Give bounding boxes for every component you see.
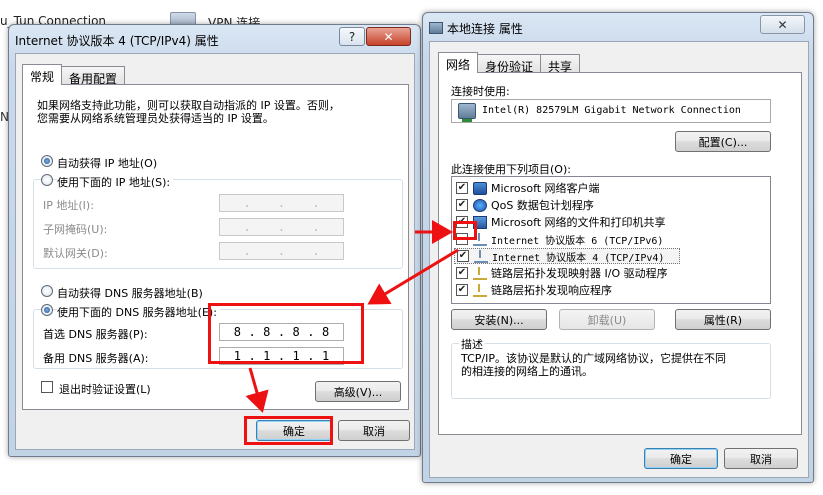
manual-ip-label[interactable]: 使用下面的 IP 地址(S): <box>57 174 174 190</box>
description-text: TCP/IP。该协议是默认的广域网络协议，它提供在不同 的相连接的网络上的通讯。 <box>461 352 726 378</box>
description-group-label: 描述 <box>459 336 485 352</box>
close-icon: ✕ <box>777 17 788 32</box>
item-checkbox[interactable]: ✔ <box>456 182 468 194</box>
manual-ip-radio[interactable] <box>41 174 53 186</box>
install-button[interactable]: 安装(N)... <box>451 309 547 330</box>
close-button[interactable]: ✕ <box>760 15 805 34</box>
item-checkbox[interactable]: ✔ <box>457 250 469 262</box>
subnet-mask-field[interactable]: ... <box>219 218 344 236</box>
components-list[interactable]: ✔ Microsoft 网络客户端 ✔ QoS 数据包计划程序 ✔ Micros… <box>451 176 771 304</box>
advanced-button[interactable]: 高级(V)... <box>315 381 401 402</box>
manual-dns-radio[interactable] <box>41 304 53 316</box>
item-checkbox[interactable]: ✔ <box>456 267 468 279</box>
configure-button[interactable]: 配置(C)... <box>675 131 771 152</box>
cancel-button[interactable]: 取消 <box>724 448 798 469</box>
network-connection-icon <box>429 22 443 34</box>
dns-highlight-box <box>208 303 364 364</box>
link-layer-icon <box>473 283 487 297</box>
properties-button[interactable]: 属性(R) <box>675 309 771 330</box>
alternate-dns-label: 备用 DNS 服务器(A): <box>43 352 149 365</box>
local-connection-properties-window: 本地连接 属性 ✕ 网络 身份验证 共享 连接时使用: Intel(R) 825… <box>422 12 814 483</box>
item-label: QoS 数据包计划程序 <box>491 199 594 212</box>
list-item[interactable]: ✔ 链路层拓扑发现映射器 I/O 驱动程序 <box>456 265 668 281</box>
auto-dns-label[interactable]: 自动获得 DNS 服务器地址(B) <box>57 285 203 301</box>
tab-general[interactable]: 常规 <box>22 64 63 85</box>
list-item[interactable]: ✔ Microsoft 网络客户端 <box>456 180 600 196</box>
manual-dns-label[interactable]: 使用下面的 DNS 服务器地址(E): <box>57 304 220 320</box>
list-item[interactable]: ✔ Microsoft 网络的文件和打印机共享 <box>456 214 666 230</box>
ipv6-highlight-box <box>453 221 477 240</box>
tab-sharing[interactable]: 共享 <box>540 54 581 74</box>
item-checkbox[interactable]: ✔ <box>456 199 468 211</box>
ip-address-label: IP 地址(I): <box>43 199 94 212</box>
description-text: 如果网络支持此功能，则可以获取自动指派的 IP 设置。否则， 您需要从网络系统管… <box>37 99 340 125</box>
network-tab-panel: 连接时使用: Intel(R) 82579LM Gigabit Network … <box>438 72 802 435</box>
default-gateway-field[interactable]: ... <box>219 242 344 260</box>
uninstall-button[interactable]: 卸载(U) <box>559 309 655 330</box>
auto-ip-label[interactable]: 自动获得 IP 地址(O) <box>57 155 157 171</box>
ok-button[interactable]: 确定 <box>644 448 718 469</box>
ipv4-properties-window: Internet 协议版本 4 (TCP/IPv4) 属性 ? ✕ 常规 备用配… <box>8 24 421 457</box>
adapter-box: Intel(R) 82579LM Gigabit Network Connect… <box>451 99 771 123</box>
tab-strip: 常规 备用配置 <box>22 64 126 86</box>
subnet-mask-label: 子网掩码(U): <box>43 223 108 236</box>
dialog-body: 常规 备用配置 如果网络支持此功能，则可以获取自动指派的 IP 设置。否则， 您… <box>15 53 415 450</box>
item-label: Microsoft 网络的文件和打印机共享 <box>491 216 666 229</box>
link-layer-icon <box>473 266 487 280</box>
auto-dns-radio[interactable] <box>41 285 53 297</box>
network-client-icon <box>473 181 487 195</box>
connect-using-label: 连接时使用: <box>451 85 510 98</box>
list-item[interactable]: ✔ 链路层拓扑发现响应程序 <box>456 282 612 298</box>
ip-address-field[interactable]: ... <box>219 194 344 212</box>
list-item-selected[interactable]: ✔ Internet 协议版本 4 (TCP/IPv4) <box>454 248 680 264</box>
validate-on-exit-checkbox[interactable] <box>41 381 53 393</box>
title-bar[interactable]: 本地连接 属性 <box>429 17 807 39</box>
tab-strip: 网络 身份验证 共享 <box>438 52 581 74</box>
protocol-icon <box>474 249 488 263</box>
item-label: Microsoft 网络客户端 <box>491 182 600 195</box>
items-label: 此连接使用下列项目(O): <box>451 163 571 176</box>
preferred-dns-label: 首选 DNS 服务器(P): <box>43 328 148 341</box>
close-button[interactable]: ✕ <box>366 27 411 46</box>
item-label: 链路层拓扑发现响应程序 <box>491 284 612 297</box>
help-button[interactable]: ? <box>339 27 365 46</box>
qos-icon <box>473 198 487 212</box>
tab-authentication[interactable]: 身份验证 <box>477 54 542 74</box>
list-item[interactable]: ✔ QoS 数据包计划程序 <box>456 197 594 213</box>
close-icon: ✕ <box>383 29 394 44</box>
tab-network[interactable]: 网络 <box>438 52 479 73</box>
item-label: Internet 协议版本 4 (TCP/IPv4) <box>492 252 665 264</box>
window-title: Internet 协议版本 4 (TCP/IPv4) 属性 <box>15 33 219 48</box>
window-title: 本地连接 属性 <box>447 21 523 36</box>
list-item[interactable]: Internet 协议版本 6 (TCP/IPv6) <box>456 231 663 247</box>
auto-ip-radio[interactable] <box>41 155 53 167</box>
adapter-name: Intel(R) 82579LM Gigabit Network Connect… <box>482 105 741 116</box>
help-icon: ? <box>348 29 356 44</box>
validate-on-exit-label[interactable]: 退出时验证设置(L) <box>59 381 151 397</box>
tab-alternate-config[interactable]: 备用配置 <box>61 66 126 86</box>
ok-highlight-box <box>244 416 333 445</box>
item-label: Internet 协议版本 6 (TCP/IPv6) <box>491 235 664 247</box>
item-checkbox[interactable]: ✔ <box>456 284 468 296</box>
network-adapter-icon <box>458 103 476 122</box>
dialog-body: 网络 身份验证 共享 连接时使用: Intel(R) 82579LM Gigab… <box>429 41 809 478</box>
cancel-button[interactable]: 取消 <box>338 420 410 441</box>
item-label: 链路层拓扑发现映射器 I/O 驱动程序 <box>491 267 668 280</box>
default-gateway-label: 默认网关(D): <box>43 247 108 260</box>
